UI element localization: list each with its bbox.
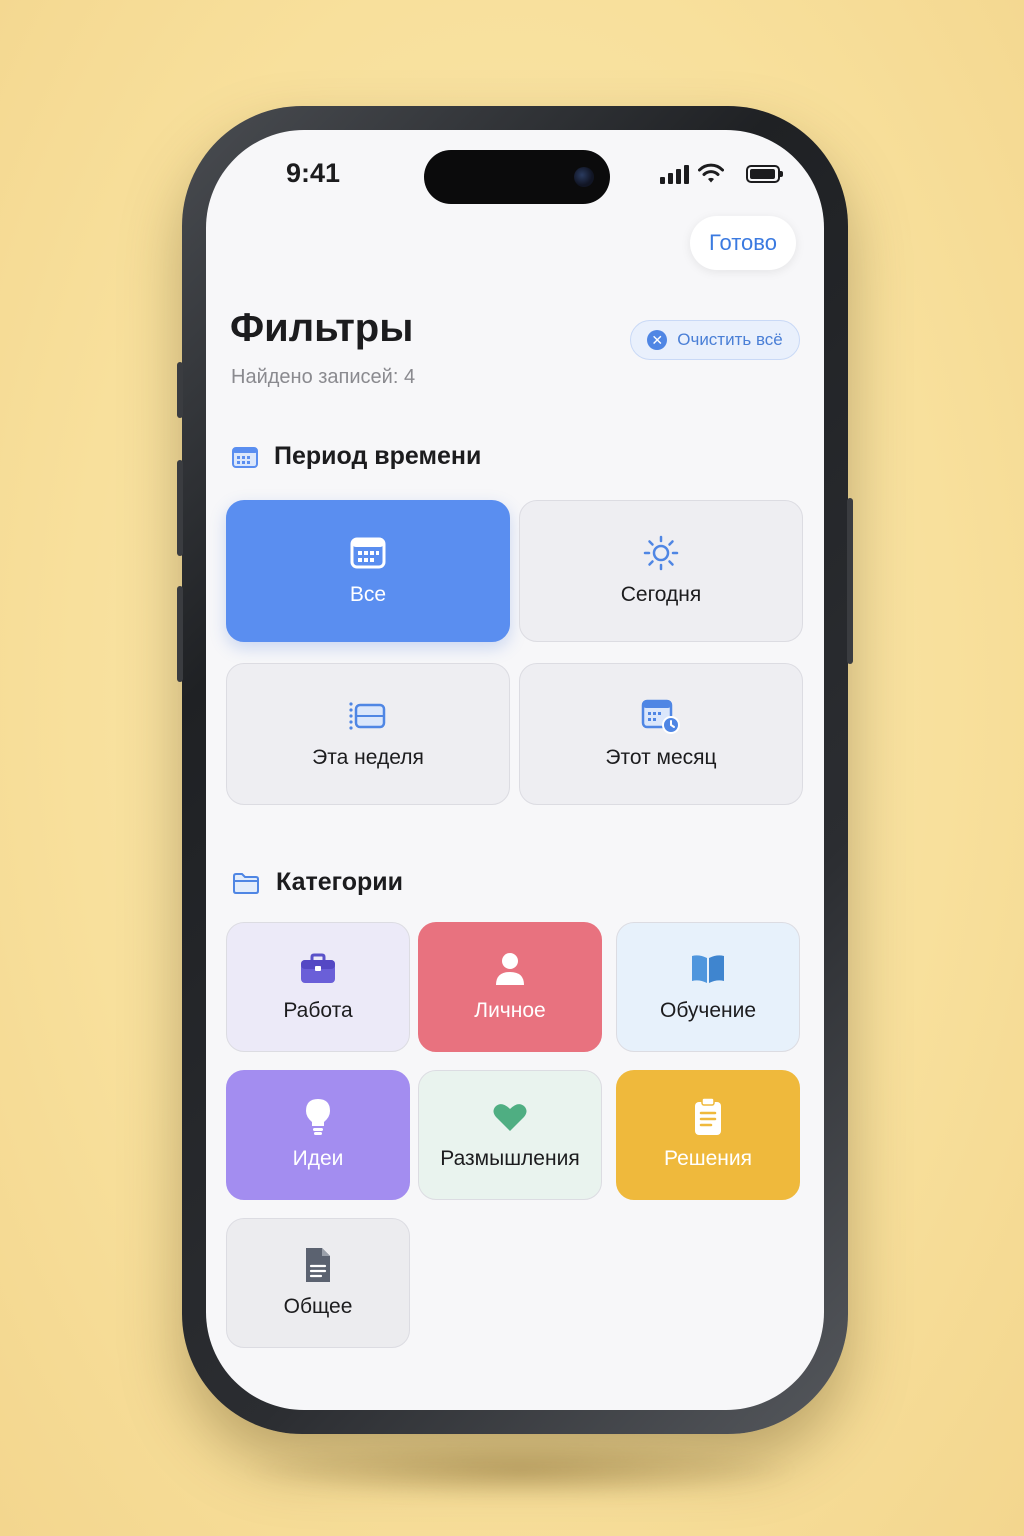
category-personal[interactable]: Личное: [418, 922, 602, 1052]
period-option-all[interactable]: Все: [226, 500, 510, 642]
dynamic-island: [424, 150, 610, 204]
calendar-icon: [232, 446, 258, 468]
period-option-this-week[interactable]: Эта неделя: [226, 663, 510, 805]
category-work[interactable]: Работа: [226, 922, 410, 1052]
wifi-icon: [698, 163, 724, 183]
close-circle-icon: ✕: [647, 330, 668, 350]
time-period-title: Период времени: [274, 442, 482, 470]
category-label: Размышления: [440, 1147, 580, 1170]
category-label: Идеи: [292, 1147, 344, 1170]
clear-all-button[interactable]: ✕ Очистить всё: [630, 320, 800, 360]
period-option-label: Сегодня: [620, 583, 702, 606]
page-title: Фильтры: [230, 306, 414, 350]
action-button: [177, 362, 183, 418]
period-option-this-month[interactable]: Этот месяц: [519, 663, 803, 805]
phone-shadow: [240, 1440, 800, 1500]
category-label: Обучение: [659, 999, 757, 1022]
folder-icon: [233, 872, 259, 894]
sun-icon: [642, 535, 680, 571]
period-option-label: Все: [349, 583, 387, 606]
lightbulb-icon: [303, 1099, 333, 1135]
person-icon: [493, 951, 527, 987]
camera-icon: [574, 167, 594, 187]
category-label: Общее: [283, 1295, 353, 1318]
categories-header: Категории: [232, 868, 403, 897]
status-time: 9:41: [286, 158, 341, 188]
category-label: Личное: [474, 999, 546, 1022]
time-period-header: Период времени: [232, 442, 481, 471]
calendar-clock-icon: [641, 698, 681, 734]
briefcase-icon: [299, 951, 337, 987]
period-option-label: Эта неделя: [312, 746, 424, 769]
records-found-count: Найдено записей: 4: [231, 366, 416, 388]
calendar-icon: [350, 535, 386, 571]
clipboard-icon: [693, 1097, 723, 1135]
category-decisions[interactable]: Решения: [616, 1070, 800, 1200]
category-general[interactable]: Общее: [226, 1218, 410, 1348]
power-button: [847, 498, 853, 664]
period-option-today[interactable]: Сегодня: [519, 500, 803, 642]
clear-all-label: Очистить всё: [677, 330, 783, 349]
week-icon: [348, 698, 388, 734]
volume-down-button: [177, 586, 183, 682]
done-button[interactable]: Готово: [690, 216, 796, 270]
heart-icon: [492, 1099, 528, 1135]
battery-icon: [746, 165, 783, 183]
cellular-signal-icon: [660, 164, 690, 184]
categories-title: Категории: [276, 868, 403, 896]
category-label: Решения: [664, 1147, 752, 1170]
category-reflections[interactable]: Размышления: [418, 1070, 602, 1200]
category-learning[interactable]: Обучение: [616, 922, 800, 1052]
category-ideas[interactable]: Идеи: [226, 1070, 410, 1200]
category-label: Работа: [283, 999, 353, 1022]
period-option-label: Этот месяц: [605, 746, 717, 769]
phone-screen: 9:41 Готово Фильтры Найдено записей: 4 ✕…: [206, 130, 824, 1410]
document-icon: [303, 1247, 333, 1283]
volume-up-button: [177, 460, 183, 556]
book-icon: [689, 951, 727, 987]
